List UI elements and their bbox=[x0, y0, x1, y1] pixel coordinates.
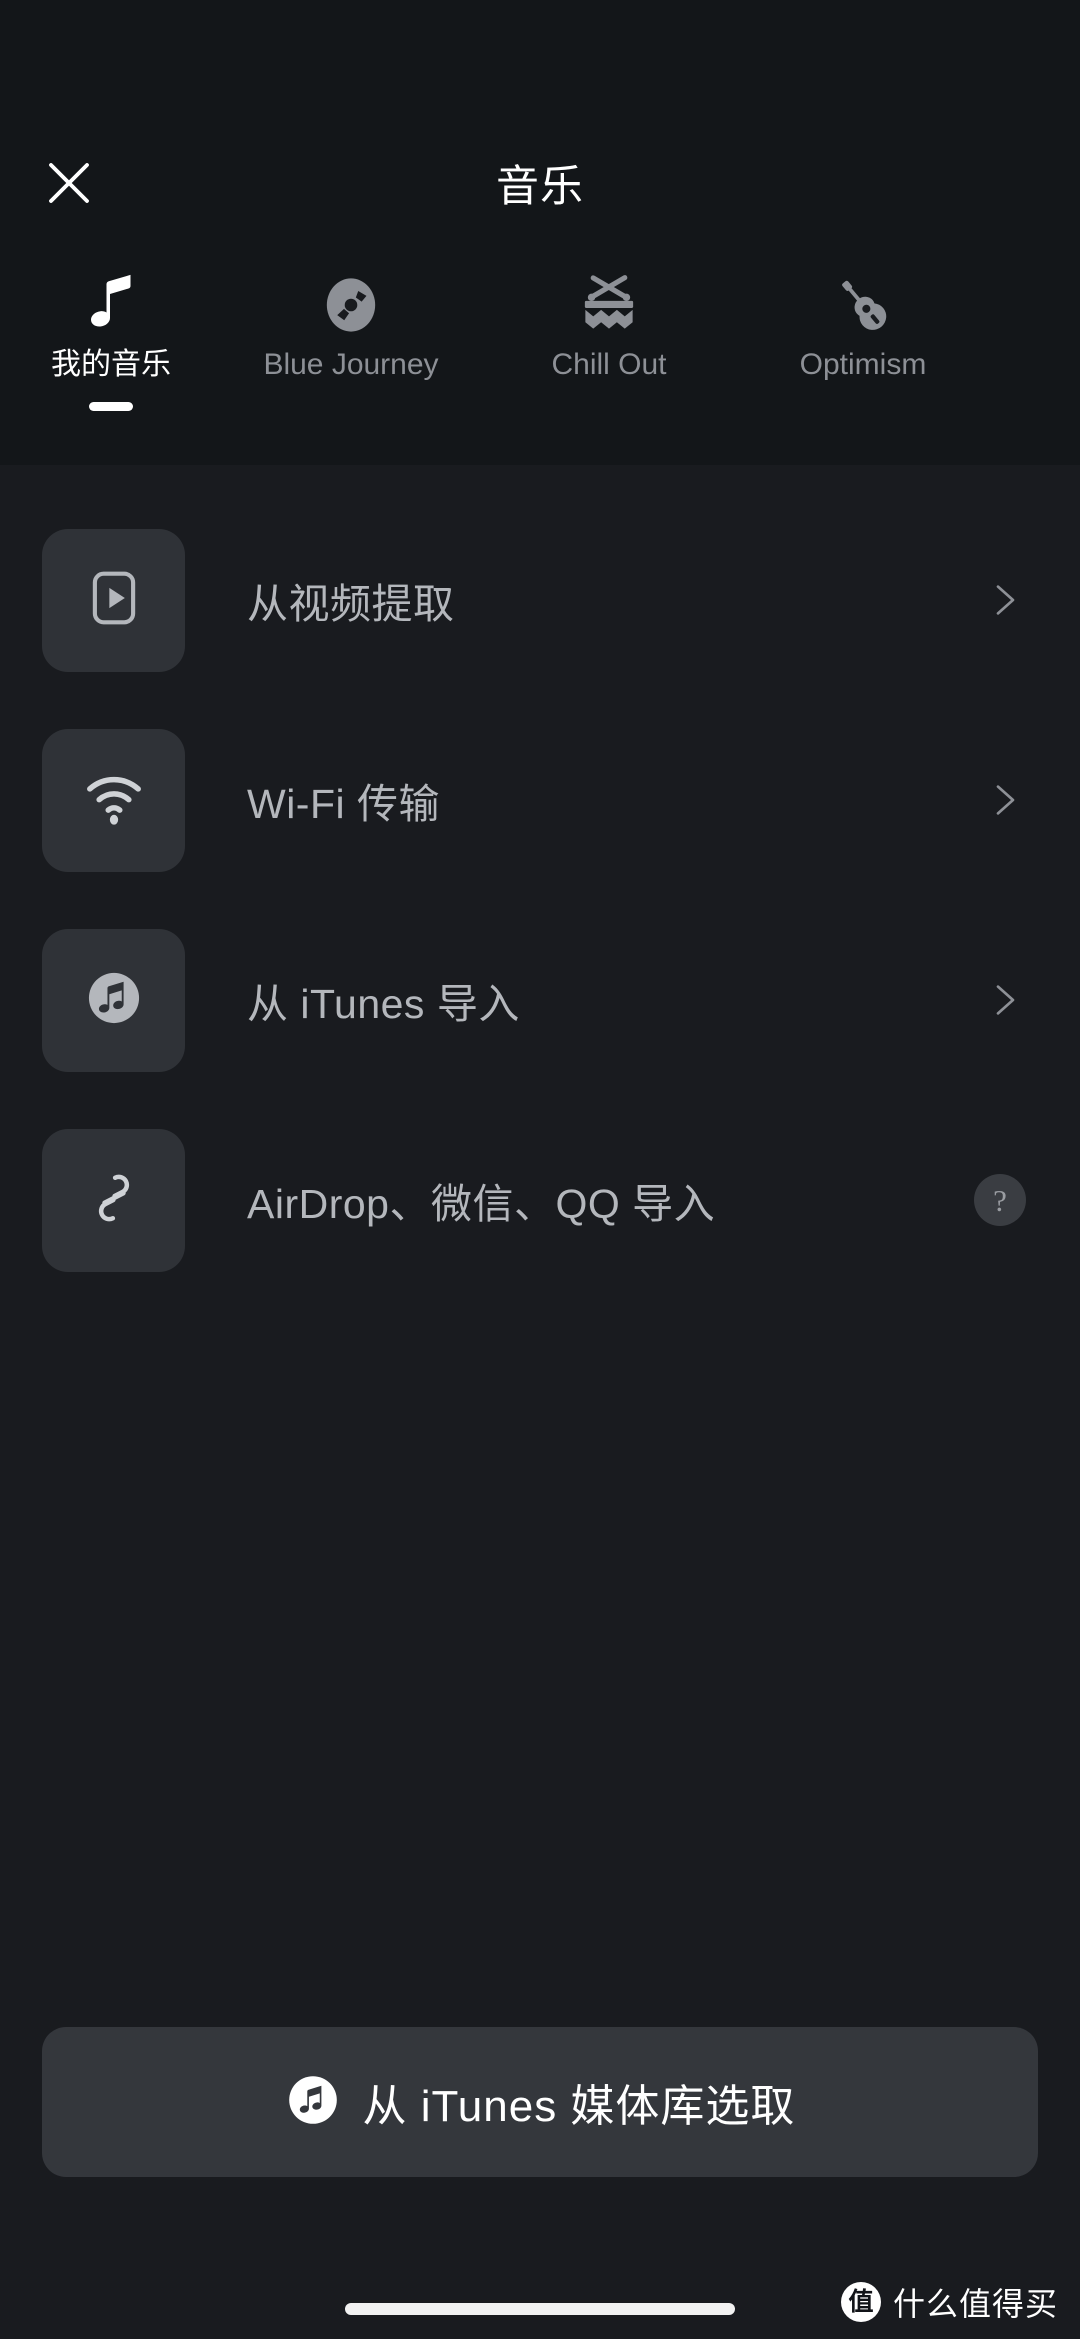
drum-icon bbox=[577, 270, 641, 340]
chevron-right-icon bbox=[978, 575, 1028, 625]
chevron-right-icon bbox=[978, 775, 1028, 825]
app-screen: 音乐 我的音乐 Blue Journey Chill Out Optimism … bbox=[0, 0, 1080, 2339]
import-options-list: 从视频提取 Wi-Fi 传输 从 iTunes 导入 AirDrop、微信、QQ… bbox=[0, 465, 1080, 2027]
tab-blue-journey[interactable]: Blue Journey bbox=[222, 270, 480, 411]
tab-label: Chill Out bbox=[551, 348, 667, 381]
home-indicator[interactable] bbox=[345, 2303, 735, 2315]
tab-label: Blue Journey bbox=[263, 348, 439, 381]
icon-tile bbox=[42, 728, 185, 872]
close-icon bbox=[42, 156, 96, 210]
smzdm-logo-icon: 值 bbox=[840, 2282, 881, 2322]
chevron-right-icon bbox=[978, 975, 1028, 1025]
header-region: 音乐 我的音乐 Blue Journey Chill Out Optimism bbox=[0, 0, 1080, 465]
list-item-label: 从视频提取 bbox=[247, 581, 455, 627]
acoustic-guitar-icon bbox=[830, 270, 896, 340]
tab-my-music[interactable]: 我的音乐 bbox=[0, 270, 222, 411]
icon-tile bbox=[42, 928, 185, 1072]
navigation-bar: 音乐 bbox=[0, 118, 1080, 248]
vinyl-record-icon bbox=[322, 270, 380, 340]
list-item-wifi-transfer[interactable]: Wi-Fi 传输 bbox=[0, 700, 1080, 900]
list-item-airdrop-wechat-qq-import[interactable]: AirDrop、微信、QQ 导入 ? bbox=[0, 1100, 1080, 1300]
music-note-icon bbox=[81, 270, 141, 340]
itunes-note-icon bbox=[285, 2072, 341, 2133]
close-button[interactable] bbox=[30, 144, 108, 222]
tab-optimism[interactable]: Optimism bbox=[738, 270, 988, 411]
active-tab-indicator bbox=[89, 402, 133, 411]
list-item-label: AirDrop、微信、QQ 导入 bbox=[247, 1181, 716, 1227]
watermark: 值 什么值得买 bbox=[840, 2279, 1058, 2325]
help-icon[interactable]: ? bbox=[974, 1174, 1026, 1226]
list-item-import-from-itunes[interactable]: 从 iTunes 导入 bbox=[0, 900, 1080, 1100]
pick-from-itunes-library-button[interactable]: 从 iTunes 媒体库选取 bbox=[42, 2027, 1038, 2177]
list-item-label: Wi-Fi 传输 bbox=[247, 781, 441, 827]
bottom-bar: 值 什么值得买 bbox=[0, 2269, 1080, 2339]
watermark-text: 什么值得买 bbox=[892, 2286, 1058, 2322]
tab-bar: 我的音乐 Blue Journey Chill Out Optimism bbox=[0, 248, 1080, 428]
status-bar bbox=[0, 0, 1080, 118]
wifi-icon bbox=[81, 765, 147, 836]
icon-tile bbox=[42, 1128, 185, 1272]
tab-label: 我的音乐 bbox=[51, 348, 171, 381]
tab-chill-out[interactable]: Chill Out bbox=[480, 270, 738, 411]
icon-tile bbox=[42, 528, 185, 672]
itunes-note-icon bbox=[82, 966, 146, 1035]
cta-container: 从 iTunes 媒体库选取 bbox=[0, 2027, 1080, 2269]
list-item-extract-from-video[interactable]: 从视频提取 bbox=[0, 500, 1080, 700]
cta-label: 从 iTunes 媒体库选取 bbox=[362, 2082, 796, 2131]
link-icon bbox=[83, 1167, 145, 1234]
tab-label: Optimism bbox=[799, 348, 927, 381]
list-item-label: 从 iTunes 导入 bbox=[247, 981, 520, 1027]
page-title: 音乐 bbox=[496, 163, 584, 211]
video-play-icon bbox=[83, 567, 145, 634]
